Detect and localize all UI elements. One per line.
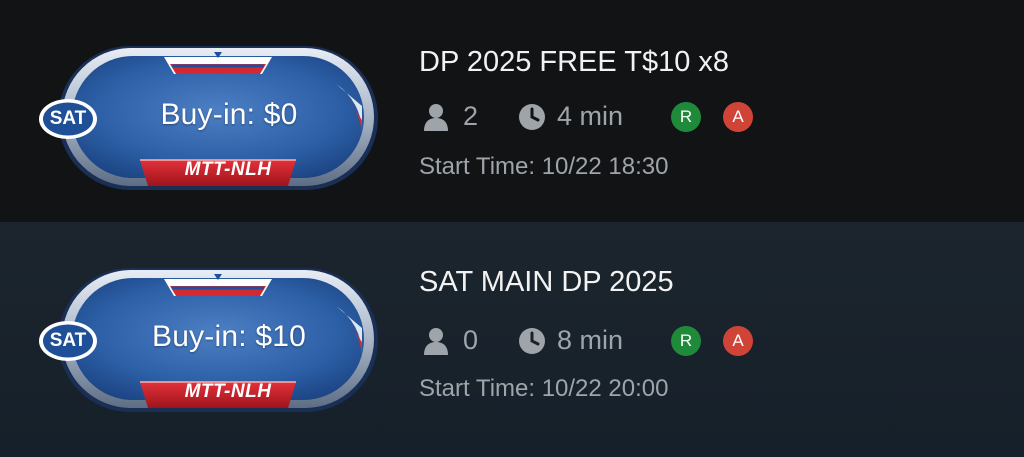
person-icon [424,328,448,355]
clock-icon [519,328,545,354]
sat-badge: SAT [38,98,98,140]
sat-label: SAT [49,330,87,351]
tournament-meta: 0 8 min R A [419,320,799,360]
late-registration-badge: A [723,102,753,132]
duration-value: 8 min [557,325,624,355]
tournament-title: SAT MAIN DP 2025 [419,266,674,298]
poker-table-badge: SAT Buy-in: $10 MTT-NLH [36,262,400,418]
buy-in-label: Buy-in: $0 [160,98,298,131]
person-icon [424,104,448,131]
tournament-title: DP 2025 FREE T$10 x8 [419,46,730,78]
poker-table-badge: SAT Buy-in: $0 MTT-NLH [36,40,400,196]
duration-value: 4 min [557,101,624,131]
game-type-label: MTT-NLH [184,159,272,180]
player-count-value: 2 [463,101,479,131]
clock-icon [519,104,545,130]
game-type-label: MTT-NLH [184,381,272,402]
start-time: Start Time: 10/22 20:00 [419,375,669,402]
registration-status-badge: R [671,326,701,356]
start-time: Start Time: 10/22 18:30 [419,153,669,180]
late-registration-badge: A [723,326,753,356]
tournament-list: SAT Buy-in: $0 MTT-NLH DP 2025 FREE T$10… [0,0,1024,457]
tournament-meta: 2 4 min R A [419,96,799,136]
tournament-row[interactable]: SAT Buy-in: $0 MTT-NLH DP 2025 FREE T$10… [0,0,1024,222]
sat-badge: SAT [38,320,98,362]
tournament-row[interactable]: SAT Buy-in: $10 MTT-NLH SAT MAIN DP 2025… [0,222,1024,457]
player-count-value: 0 [463,325,479,355]
buy-in-label: Buy-in: $10 [152,320,306,353]
registration-status-badge: R [671,102,701,132]
sat-label: SAT [49,108,87,129]
